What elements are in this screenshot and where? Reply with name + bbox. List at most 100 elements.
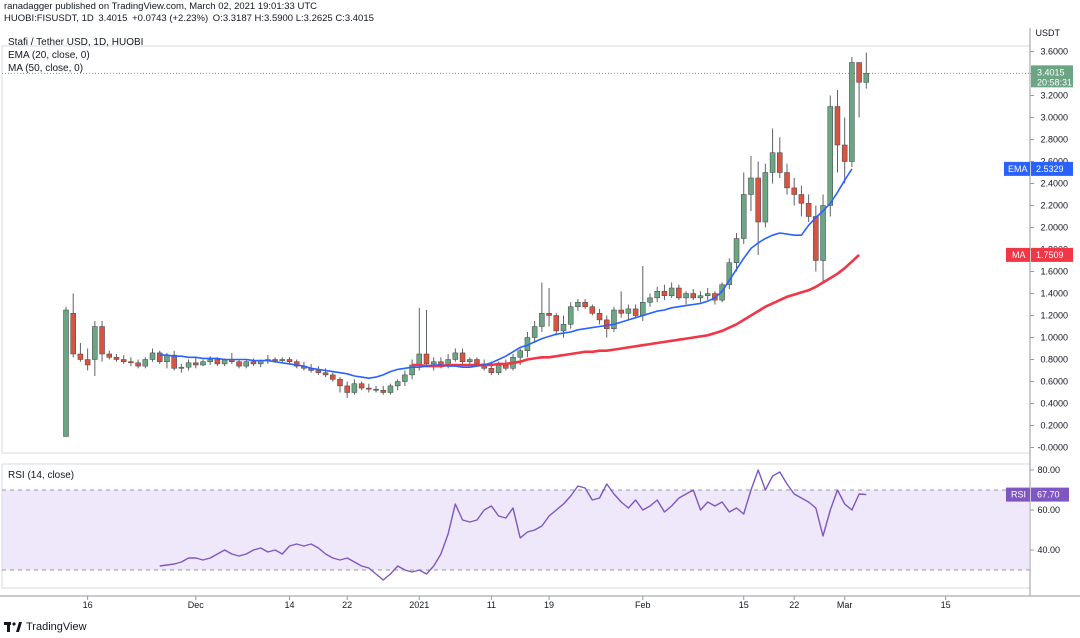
legend-ema: EMA (20, close, 0) <box>8 50 90 61</box>
ohlc-values: O:3.3187 H:3.5900 L:3.2625 C:3.4015 <box>212 13 374 24</box>
candle-body <box>272 359 278 361</box>
candle-body <box>92 326 98 360</box>
candle-body <box>63 309 69 437</box>
candle-body <box>214 359 221 365</box>
candle-body <box>185 362 192 368</box>
time-tick-label: 14 <box>285 600 295 610</box>
symbol-label: HUOBI:FISUSDT, 1D <box>4 13 94 24</box>
time-tick-label: 11 <box>487 600 496 610</box>
candle-body <box>647 297 653 303</box>
candle-body <box>467 359 473 362</box>
time-tick-label: 19 <box>544 600 554 610</box>
candle-body <box>676 287 682 299</box>
ma-value-tag: 1.7509 <box>1036 250 1064 260</box>
candle-body <box>697 295 704 299</box>
candle-body <box>769 152 776 173</box>
candle-body <box>841 144 848 162</box>
candle-body <box>344 385 350 393</box>
time-tick-label: Dec <box>188 600 205 610</box>
candle-body <box>740 194 747 239</box>
candle-body <box>135 362 141 367</box>
ma-name-tag: MA <box>1012 250 1026 260</box>
tradingview-logo-icon <box>4 622 22 632</box>
candle-body <box>128 361 134 364</box>
price-tick-label: 0.6000 <box>1040 377 1068 387</box>
candle-body <box>178 366 185 369</box>
candle-body <box>77 353 84 360</box>
time-tick-label: 15 <box>941 600 951 610</box>
price-tick-label: 2.8000 <box>1040 135 1068 145</box>
candle-body <box>286 359 293 362</box>
candle-body <box>193 362 199 366</box>
price-tick-label: 1.6000 <box>1040 267 1068 277</box>
candle-body <box>531 326 538 338</box>
candle-body <box>495 364 502 373</box>
legend-title: Stafi / Tether USD, 1D, HUOBI <box>8 37 144 48</box>
candle-body <box>416 353 423 366</box>
price-tick-label: 1.4000 <box>1040 289 1068 299</box>
price-tick-label: 2.2000 <box>1040 201 1068 211</box>
last-price-tag: 3.4015 <box>1037 67 1065 77</box>
candle-body <box>834 106 841 146</box>
candle-body <box>452 352 459 360</box>
rsi-tick-label: 60.00 <box>1037 505 1060 515</box>
candle-body <box>849 62 855 162</box>
candle-body <box>762 172 769 223</box>
time-tick-label: 16 <box>83 600 93 610</box>
price-tick-label: 1.0000 <box>1040 333 1068 343</box>
candle-body <box>70 313 76 355</box>
candle-body <box>330 374 336 380</box>
candle-body <box>755 177 761 223</box>
price-change: +0.0743 (+2.23%) <box>132 13 209 24</box>
tradingview-brand: TradingView <box>26 621 87 633</box>
publisher-line: ranadagger published on TradingView.com,… <box>4 1 317 12</box>
candle-body <box>200 361 206 366</box>
last-price: 3.4015 <box>98 13 128 24</box>
price-tick-label: 3.2000 <box>1040 91 1068 101</box>
candle-body <box>380 390 386 393</box>
price-tick-label: -0.0000 <box>1037 443 1068 453</box>
candle-body <box>322 372 329 376</box>
candle-body <box>567 306 574 325</box>
ema-name-tag: EMA <box>1008 164 1028 174</box>
countdown-tag: 20:58:31 <box>1037 77 1072 87</box>
candle-body <box>459 352 466 362</box>
rsi-tick-label: 40.00 <box>1037 545 1060 555</box>
time-tick-label: 22 <box>342 600 352 610</box>
candle-body <box>813 216 819 261</box>
legend-ma: MA (50, close, 0) <box>8 63 84 74</box>
candle-body <box>582 302 588 307</box>
candle-body <box>250 361 257 365</box>
price-tick-label: 2.4000 <box>1040 179 1068 189</box>
candle-body <box>517 350 523 358</box>
rsi-name-tag: RSI <box>1011 490 1026 500</box>
candle-body <box>748 177 754 195</box>
candle-body <box>604 319 610 329</box>
price-tick-label: 2.0000 <box>1040 223 1068 233</box>
candle-body <box>805 203 812 217</box>
candle-body <box>777 152 783 173</box>
candle-body <box>243 361 249 367</box>
candle-body <box>820 205 826 261</box>
price-chart[interactable]: USDT3.60003.40003.20003.00002.80002.6000… <box>0 28 1080 620</box>
candle-body <box>784 172 790 189</box>
candle-body <box>366 387 372 390</box>
candle-body <box>156 352 163 362</box>
chart-header: ranadagger published on TradingView.com,… <box>0 0 1080 30</box>
candle-body <box>553 315 560 332</box>
candle-body <box>560 324 567 332</box>
candle-body <box>171 354 177 369</box>
candle-body <box>149 352 156 360</box>
time-tick-label: Mar <box>837 600 853 610</box>
symbol-line: HUOBI:FISUSDT, 1D 3.4015 +0.0743 (+2.23%… <box>4 13 376 24</box>
candle-body <box>856 62 862 83</box>
candle-body <box>358 383 365 389</box>
candle-body <box>279 359 286 361</box>
time-tick-label: 22 <box>789 600 799 610</box>
indicator-legend: Stafi / Tether USD, 1D, HUOBI EMA (20, c… <box>8 36 143 75</box>
price-tick-label: 0.4000 <box>1040 399 1068 409</box>
candle-body <box>373 388 379 391</box>
candle-body <box>640 302 646 316</box>
candle-body <box>503 364 509 369</box>
candle-body <box>690 293 697 299</box>
